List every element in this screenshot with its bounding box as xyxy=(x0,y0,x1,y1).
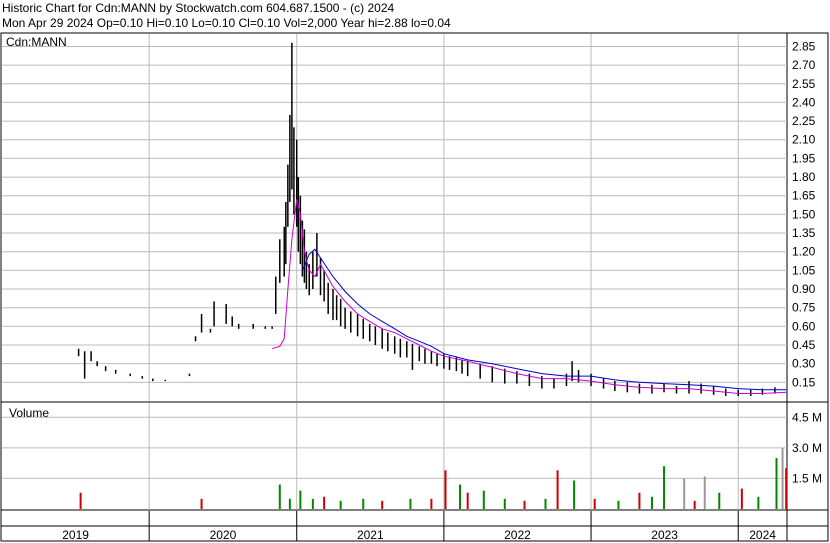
x-tick-label: 2024 xyxy=(749,528,776,542)
y-tick-label: 0.30 xyxy=(792,357,816,371)
y-tick-label: 1.80 xyxy=(792,170,816,184)
volume-bar xyxy=(663,466,666,509)
volume-bar xyxy=(200,498,203,509)
y-tick-label: 2.85 xyxy=(792,39,816,53)
y-tick-label: 0.15 xyxy=(792,375,816,389)
volume-bar xyxy=(718,492,721,509)
y-tick-label: 1.95 xyxy=(792,151,816,165)
y-tick-label: 1.65 xyxy=(792,189,816,203)
volume-bar xyxy=(650,496,653,509)
y-tick-label: 2.55 xyxy=(792,77,816,91)
volume-bar xyxy=(573,480,576,509)
y-tick-label: 1.35 xyxy=(792,226,816,240)
y-tick-label: 2.40 xyxy=(792,95,816,109)
volume-bar xyxy=(299,490,302,509)
y-tick-label: 0.75 xyxy=(792,301,816,315)
volume-bar xyxy=(775,458,778,509)
volume-bar xyxy=(362,498,365,509)
y-tick-label: 0.45 xyxy=(792,338,816,352)
price-panel-frame xyxy=(0,32,829,403)
y-tick-label: 2.70 xyxy=(792,58,816,72)
y-tick-label: 0.90 xyxy=(792,282,816,296)
volume-bar xyxy=(740,488,743,509)
volume-bar xyxy=(288,498,291,509)
volume-bar xyxy=(444,470,447,509)
y-tick-label: 1.20 xyxy=(792,245,816,259)
y-tick-label: 2.25 xyxy=(792,114,816,128)
volume-bar xyxy=(278,484,281,509)
y-tick-label: 1.5 M xyxy=(792,471,822,485)
volume-panel-title: Volume xyxy=(9,406,49,420)
volume-bar xyxy=(544,498,547,509)
volume-bar xyxy=(79,492,82,509)
stock-chart: 0.15 0.30 0.45 0.60 0.75 0.90 1.05 1.20 1.35 1.50… xyxy=(0,32,829,542)
volume-bar xyxy=(757,496,760,509)
y-tick-label: 1.05 xyxy=(792,263,816,277)
volume-bar xyxy=(323,496,326,509)
volume-bar xyxy=(556,470,559,509)
volume-bar xyxy=(466,492,469,509)
volume-bar xyxy=(459,484,462,509)
y-tick-label: 3.0 M xyxy=(792,441,822,455)
volume-bar xyxy=(638,492,641,509)
volume-bar xyxy=(683,478,686,509)
volume-bar xyxy=(409,498,412,509)
volume-y-axis: 1.5 M 3.0 M 4.5 M xyxy=(792,410,822,485)
x-tick-label: 2021 xyxy=(357,528,384,542)
y-tick-label: 1.50 xyxy=(792,207,816,221)
volume-bar xyxy=(430,498,433,509)
volume-bar xyxy=(785,468,788,509)
x-tick-label: 2019 xyxy=(62,528,89,542)
volume-bar xyxy=(503,498,506,509)
volume-bar xyxy=(617,500,620,509)
x-tick-label: 2023 xyxy=(651,528,678,542)
y-tick-label: 2.10 xyxy=(792,133,816,147)
x-tick-label: 2022 xyxy=(504,528,531,542)
y-tick-label: 0.60 xyxy=(792,319,816,333)
volume-bar xyxy=(339,500,342,509)
x-tick-label: 2020 xyxy=(210,528,237,542)
volume-bar xyxy=(523,500,526,509)
price-panel-title: Cdn:MANN xyxy=(6,35,67,49)
y-tick-label: 4.5 M xyxy=(792,410,822,424)
volume-bar xyxy=(781,447,784,509)
volume-bar xyxy=(482,490,485,509)
volume-bar xyxy=(311,498,314,509)
volume-bar xyxy=(381,500,384,509)
volume-bar xyxy=(593,498,596,509)
volume-bar xyxy=(693,500,696,509)
volume-bar xyxy=(703,476,706,509)
